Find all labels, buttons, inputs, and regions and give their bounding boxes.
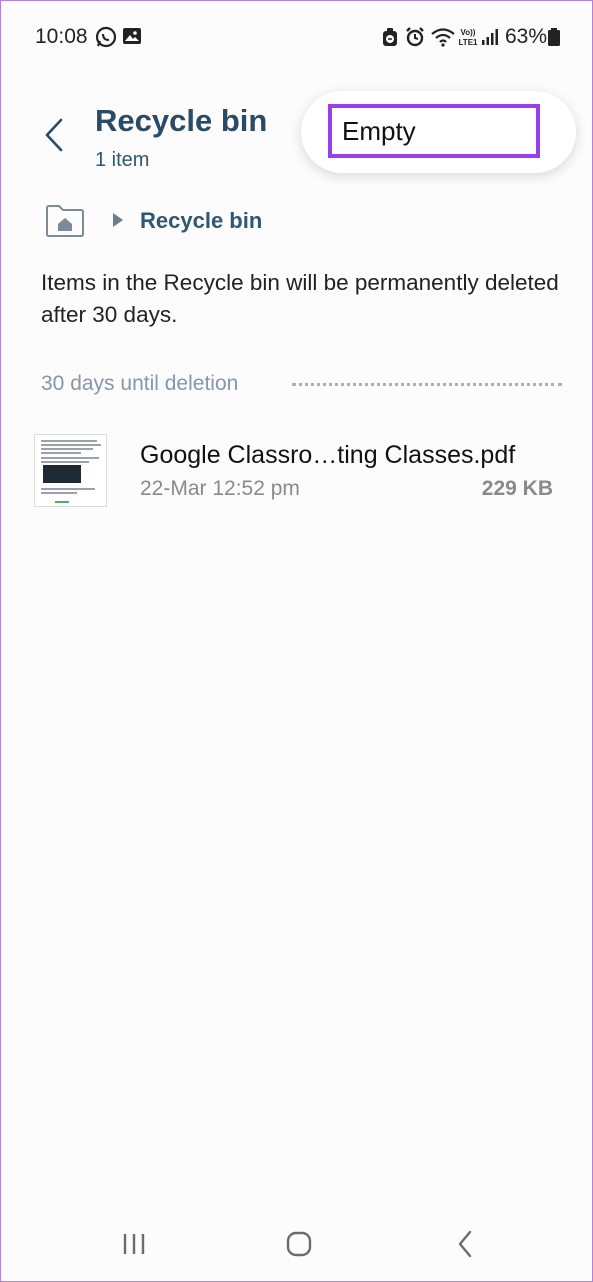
back-icon: [458, 1230, 472, 1258]
dnd-icon: [381, 26, 403, 48]
status-time: 10:08: [35, 25, 88, 48]
gallery-icon: [122, 26, 144, 48]
battery-icon: [547, 26, 561, 48]
screen-frame: 10:08 Vo)) LTE1 63% Recycle bin 1 item E…: [0, 0, 593, 1282]
signal-icon: [480, 26, 502, 48]
wifi-icon: [430, 26, 456, 48]
home-icon: [286, 1231, 312, 1257]
battery-percent: 63%: [505, 25, 548, 48]
chevron-left-icon: [45, 118, 63, 152]
file-date: 22-Mar 12:52 pm: [140, 477, 300, 500]
item-count: 1 item: [95, 149, 150, 171]
whatsapp-icon: [95, 26, 117, 48]
section-header: 30 days until deletion: [41, 372, 239, 395]
recents-icon: [123, 1234, 145, 1254]
alarm-icon: [404, 26, 426, 48]
pdf-thumbnail: [34, 434, 107, 507]
list-item[interactable]: Google Classro…ting Classes.pdf 22-Mar 1…: [1, 421, 593, 521]
svg-text:LTE1: LTE1: [459, 38, 479, 47]
svg-text:Vo)): Vo)): [461, 28, 476, 37]
volte-lte-icon: Vo)) LTE1: [456, 26, 480, 48]
back-button[interactable]: [37, 113, 71, 157]
navigation-bar: [1, 1206, 593, 1282]
breadcrumb-current[interactable]: Recycle bin: [140, 208, 262, 234]
home-button[interactable]: [279, 1228, 319, 1260]
section-divider: [292, 383, 562, 386]
nav-back-button[interactable]: [445, 1228, 485, 1260]
file-size: 229 KB: [481, 477, 553, 500]
breadcrumb-arrow-icon: [111, 211, 125, 229]
page-title: Recycle bin: [95, 103, 268, 138]
status-bar: 10:08 Vo)) LTE1 63%: [1, 1, 593, 73]
file-name: Google Classro…ting Classes.pdf: [140, 441, 516, 469]
home-folder-icon[interactable]: [45, 202, 85, 238]
retention-info: Items in the Recycle bin will be permane…: [41, 270, 559, 327]
recents-button[interactable]: [114, 1228, 154, 1260]
empty-menu-item[interactable]: Empty: [328, 104, 540, 158]
